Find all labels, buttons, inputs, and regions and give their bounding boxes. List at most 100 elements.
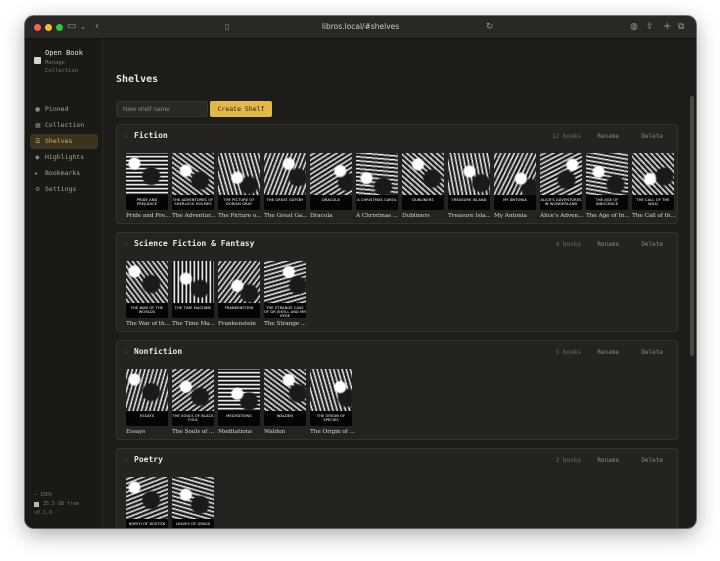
chevron-right-icon[interactable]: › <box>125 349 127 356</box>
book-cover[interactable]: THE ADVENTURES OF SHERLOCK HOLMES <box>172 153 214 210</box>
sidebar-item-highlights[interactable]: ◆ Highlights <box>30 150 98 165</box>
book-card[interactable]: THE TIME MACHINE The Time Ma... <box>172 261 215 327</box>
book-cover[interactable]: DUBLINERS <box>402 153 444 210</box>
scrollbar[interactable] <box>690 96 694 356</box>
rename-shelf-button[interactable]: Rename <box>597 349 619 356</box>
book-title[interactable]: Pride and Pre... <box>126 213 172 219</box>
book-card[interactable]: TREASURE ISLAND Treasure Isla... <box>448 153 491 219</box>
rename-shelf-button[interactable]: Rename <box>597 241 619 248</box>
sidebar-item-settings[interactable]: ⚙ Settings <box>30 182 98 197</box>
book-card[interactable]: LEAVES OF GRASSLeaves of Grass <box>172 477 214 528</box>
book-card[interactable]: A CHRISTMAS CAROL A Christmas ... <box>356 153 398 219</box>
book-card[interactable]: THE GREAT GATSBY The Great Ga... <box>264 153 308 219</box>
book-title[interactable]: The Call of th... <box>632 213 678 219</box>
book-title[interactable]: Dubliners <box>402 213 448 219</box>
new-tab-icon[interactable]: + <box>663 20 671 34</box>
reload-icon[interactable]: ↻ <box>486 20 494 34</box>
rename-shelf-button[interactable]: Rename <box>597 133 619 140</box>
book-card[interactable]: WALDEN Walden <box>264 369 306 435</box>
book-title[interactable]: The Adventur... <box>172 213 218 219</box>
sidebar-item-shelves[interactable]: ☰ Shelves <box>30 134 98 149</box>
new-shelf-input[interactable] <box>116 101 208 117</box>
book-cover[interactable]: NORTH OF BOSTON <box>126 477 168 528</box>
book-title[interactable]: Alice's Adven... <box>540 213 586 219</box>
book-cover[interactable]: MY ÁNTONIA <box>494 153 536 210</box>
book-cover[interactable]: THE SOULS OF BLACK FOLK <box>172 369 214 426</box>
book-cover[interactable]: THE ORIGIN OF SPECIES <box>310 369 352 426</box>
book-card[interactable]: THE SOULS OF BLACK FOLK The Souls of ... <box>172 369 214 435</box>
book-cover[interactable]: A CHRISTMAS CAROL <box>356 153 398 210</box>
book-cover[interactable]: THE AGE OF INNOCENCE <box>586 153 628 210</box>
book-card[interactable]: THE CALL OF THE WILD The Call of th... <box>632 153 676 219</box>
cover-illustration <box>218 369 260 411</box>
shelf-section-science-fiction-fantasy: › Science Fiction & Fantasy 4 books Rename D… <box>116 232 678 332</box>
book-card[interactable]: DRACULA Dracula <box>310 153 352 219</box>
book-title[interactable]: My Ántonia <box>494 213 540 219</box>
delete-shelf-button[interactable]: Delete <box>641 241 663 248</box>
book-title[interactable]: Meditations <box>218 429 264 435</box>
book-cover[interactable]: ALICE'S ADVENTURES IN WONDERLAND <box>540 153 582 210</box>
book-card[interactable]: FRANKENSTEIN Frankenstein <box>218 261 260 327</box>
book-cover[interactable]: PRIDE AND PREJUDICE <box>126 153 168 210</box>
book-card[interactable]: MY ÁNTONIA My Ántonia <box>494 153 536 219</box>
book-cover[interactable]: THE TIME MACHINE <box>172 261 214 318</box>
book-title[interactable]: Dracula <box>310 213 356 219</box>
book-card[interactable]: ESSAYS Essays <box>126 369 168 435</box>
delete-shelf-button[interactable]: Delete <box>641 349 663 356</box>
cover-illustration <box>402 153 444 195</box>
book-cover[interactable]: THE WAR OF THE WORLDS <box>126 261 168 318</box>
sidebar-item-bookmarks[interactable]: ▸ Bookmarks <box>30 166 98 181</box>
book-card[interactable]: PRIDE AND PREJUDICE Pride and Pre... <box>126 153 170 219</box>
chevron-right-icon[interactable]: › <box>125 457 127 464</box>
chevron-right-icon[interactable]: › <box>125 241 127 248</box>
sidebar-item-collection[interactable]: ▦ Collection <box>30 118 98 133</box>
book-card[interactable]: MEDITATIONS Meditations <box>218 369 260 435</box>
book-card[interactable]: THE STRANGE CASE OF DR JEKYLL AND MR HYD… <box>264 261 306 327</box>
book-title[interactable]: Frankenstein <box>218 321 264 327</box>
rename-shelf-button[interactable]: Rename <box>597 457 619 464</box>
book-cover[interactable]: DRACULA <box>310 153 352 210</box>
book-cover[interactable]: WALDEN <box>264 369 306 426</box>
book-card[interactable]: ALICE'S ADVENTURES IN WONDERLAND Alice's … <box>540 153 583 219</box>
book-title[interactable]: The Time Ma... <box>172 321 218 327</box>
book-title[interactable]: Treasure Isla... <box>448 213 494 219</box>
book-card[interactable]: DUBLINERS Dubliners <box>402 153 444 219</box>
book-card[interactable]: THE ORIGIN OF SPECIES The Origin of ... <box>310 369 355 435</box>
book-card[interactable]: NORTH OF BOSTONNorth of Bost... <box>126 477 168 528</box>
book-title[interactable]: The Age of In... <box>586 213 632 219</box>
book-title[interactable]: The Strange ... <box>264 321 310 327</box>
book-cover[interactable]: THE CALL OF THE WILD <box>632 153 674 210</box>
book-cover[interactable]: TREASURE ISLAND <box>448 153 490 210</box>
share-icon[interactable]: ⇪ <box>646 20 654 34</box>
book-cover[interactable]: FRANKENSTEIN <box>218 261 260 318</box>
chevron-right-icon[interactable]: › <box>125 133 127 140</box>
delete-shelf-button[interactable]: Delete <box>641 457 663 464</box>
book-title[interactable]: Essays <box>126 429 172 435</box>
disk-icon <box>34 502 39 507</box>
book-title[interactable]: The Souls of ... <box>172 429 218 435</box>
book-title[interactable]: The Great Ga... <box>264 213 310 219</box>
book-card[interactable]: THE PICTURE OF DORIAN GRAY The Picture o.… <box>218 153 261 219</box>
book-title[interactable]: Walden <box>264 429 310 435</box>
book-title[interactable]: The War of th... <box>126 321 172 327</box>
book-card[interactable]: THE WAR OF THE WORLDS The War of th... <box>126 261 170 327</box>
delete-shelf-button[interactable]: Delete <box>641 133 663 140</box>
sidebar-item-pinned[interactable]: ● Pinned <box>30 102 98 117</box>
book-cover[interactable]: THE STRANGE CASE OF DR JEKYLL AND MR HYD… <box>264 261 306 318</box>
book-card[interactable]: THE AGE OF INNOCENCE The Age of In... <box>586 153 630 219</box>
cover-illustration <box>126 477 168 519</box>
create-shelf-button[interactable]: Create Shelf <box>210 101 272 117</box>
book-title[interactable]: The Picture o... <box>218 213 264 219</box>
tabs-overview-icon[interactable]: ⧉ <box>678 20 684 34</box>
shelf-title: Nonfiction <box>134 347 183 356</box>
book-cover[interactable]: MEDITATIONS <box>218 369 260 426</box>
book-title[interactable]: A Christmas ... <box>356 213 402 219</box>
privacy-icon[interactable]: ◍ <box>630 20 638 34</box>
book-cover[interactable]: ESSAYS <box>126 369 168 426</box>
book-card[interactable]: THE ADVENTURES OF SHERLOCK HOLMES The Adv… <box>172 153 216 219</box>
book-title[interactable]: The Origin of ... <box>310 429 356 435</box>
address-bar[interactable]: libros.local/#shelves <box>25 21 696 33</box>
book-cover[interactable]: LEAVES OF GRASS <box>172 477 214 528</box>
book-cover[interactable]: THE GREAT GATSBY <box>264 153 306 210</box>
book-cover[interactable]: THE PICTURE OF DORIAN GRAY <box>218 153 260 210</box>
